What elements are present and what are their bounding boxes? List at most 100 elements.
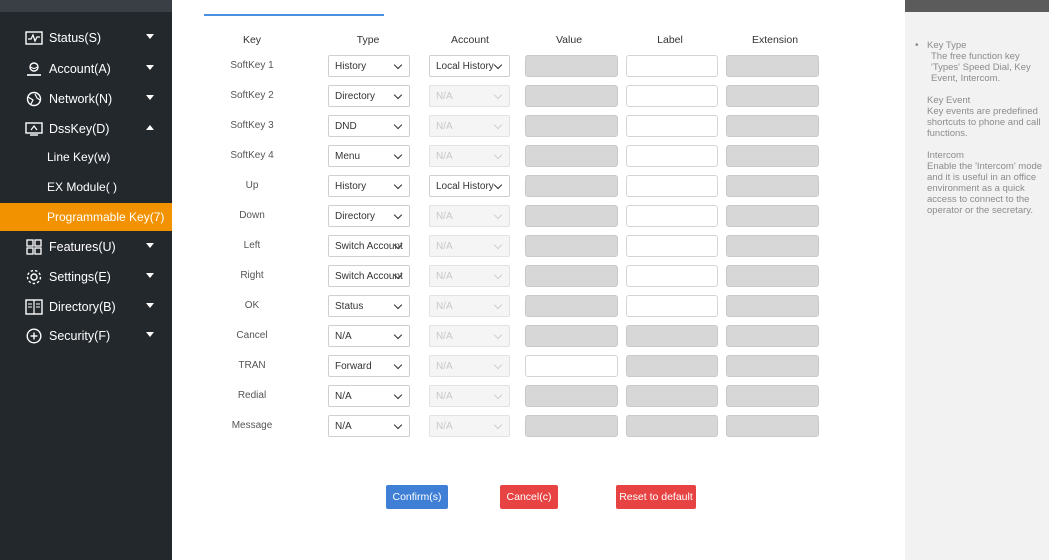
label-input[interactable] [626,295,718,317]
chevron-down-icon [146,65,154,70]
type-select[interactable]: Switch Account [328,265,410,287]
row-key-label: Right [240,270,264,281]
account-select[interactable]: Local History [429,55,510,77]
label-input[interactable] [626,265,718,287]
type-select[interactable]: Directory [328,85,410,107]
type-select-value: Status [335,300,364,312]
sidebar: Status(S) Account(A) Network(N) DssKey(D… [0,0,172,560]
type-select[interactable]: Switch Account [328,235,410,257]
sidebar-subitem-line-key[interactable]: Line Key(w) [0,143,172,171]
sidebar-subitem-label: EX Module( ) [47,180,118,194]
help-section-key-event: Key Event Key events are predefined shor… [927,95,1047,139]
help-section-intercom: Intercom Enable the 'Intercom' mode and … [927,150,1049,216]
sidebar-item-settings[interactable]: Settings(E) [0,263,172,291]
type-select[interactable]: History [328,175,410,197]
row-key-label: SoftKey 4 [230,150,274,161]
value-input [525,115,618,137]
chevron-down-icon [493,150,503,160]
label-input [626,415,718,437]
chevron-down-icon [493,90,503,100]
cancel-button[interactable]: Cancel(c) [500,485,558,509]
sidebar-item-label: Status(S) [49,31,102,45]
app-window: Status(S) Account(A) Network(N) DssKey(D… [0,0,1049,560]
type-select[interactable]: History [328,55,410,77]
extension-input [726,175,819,197]
type-select-value: DND [335,120,357,132]
sidebar-item-directory[interactable]: Directory(B) [0,293,172,321]
label-input[interactable] [626,175,718,197]
type-select[interactable]: Menu [328,145,410,167]
value-input[interactable] [525,355,618,377]
row-key-label: Down [239,210,265,221]
chevron-down-icon [393,180,403,190]
confirm-button[interactable]: Confirm(s) [386,485,448,509]
sidebar-item-security[interactable]: Security(F) [0,322,172,350]
label-input[interactable] [626,235,718,257]
extension-input [726,55,819,77]
column-header-type: Type [356,34,380,46]
account-select[interactable]: Local History [429,175,510,197]
account-select-value: N/A [436,210,453,222]
extension-input [726,385,819,407]
sidebar-item-network[interactable]: Network(N) [0,85,172,113]
type-select[interactable]: Status [328,295,410,317]
label-input[interactable] [626,205,718,227]
sidebar-item-dsskey[interactable]: DssKey(D) [0,115,172,143]
account-select-value: N/A [436,150,453,162]
account-select: N/A [429,85,510,107]
type-select-value: N/A [335,420,352,432]
extension-input [726,295,819,317]
chevron-down-icon [493,240,503,250]
type-select[interactable]: N/A [328,385,410,407]
help-panel-header-strip [905,0,1049,12]
sidebar-item-label: Directory(B) [49,300,116,314]
value-input [525,55,618,77]
account-select-value: N/A [436,300,453,312]
label-input[interactable] [626,145,718,167]
label-input [626,355,718,377]
chevron-down-icon [393,150,403,160]
account-select: N/A [429,385,510,407]
type-select[interactable]: N/A [328,325,410,347]
features-icon [24,239,44,255]
sidebar-top-strip [0,0,172,12]
type-select[interactable]: N/A [328,415,410,437]
help-body: The free function key 'Types' Speed Dial… [931,51,1031,84]
label-input[interactable] [626,115,718,137]
chevron-down-icon [493,120,503,130]
status-icon [24,30,44,46]
chevron-down-icon [393,300,403,310]
sidebar-subitem-ex-module[interactable]: EX Module( ) [0,173,172,201]
label-input[interactable] [626,85,718,107]
type-select[interactable]: Directory [328,205,410,227]
chevron-up-icon [146,125,154,130]
chevron-down-icon [393,210,403,220]
chevron-down-icon [393,60,403,70]
label-input[interactable] [626,55,718,77]
chevron-down-icon [146,243,154,248]
type-select[interactable]: Forward [328,355,410,377]
sidebar-subitem-programmable-key[interactable]: Programmable Key(7) [0,203,172,231]
type-select-value: N/A [335,330,352,342]
reset-to-default-button[interactable]: Reset to default [616,485,696,509]
column-header-extension: Extension [751,34,799,46]
help-title: Intercom [927,150,964,161]
type-select-value: History [335,60,367,72]
chevron-down-icon [493,60,503,70]
label-input [626,385,718,407]
sidebar-item-label: DssKey(D) [49,122,110,136]
row-key-label: Redial [237,390,267,401]
chevron-down-icon [493,420,503,430]
account-select-value: Local History [436,60,494,72]
sidebar-item-features[interactable]: Features(U) [0,233,172,261]
extension-input [726,235,819,257]
type-select[interactable]: DND [328,115,410,137]
type-select-value: Menu [335,150,361,162]
sidebar-item-status[interactable]: Status(S) [0,24,172,52]
chevron-down-icon [393,360,403,370]
row-key-label: TRAN [238,360,266,371]
chevron-down-icon [146,303,154,308]
type-select-value: Directory [335,210,376,222]
sidebar-item-account[interactable]: Account(A) [0,55,172,83]
chevron-down-icon [146,273,154,278]
